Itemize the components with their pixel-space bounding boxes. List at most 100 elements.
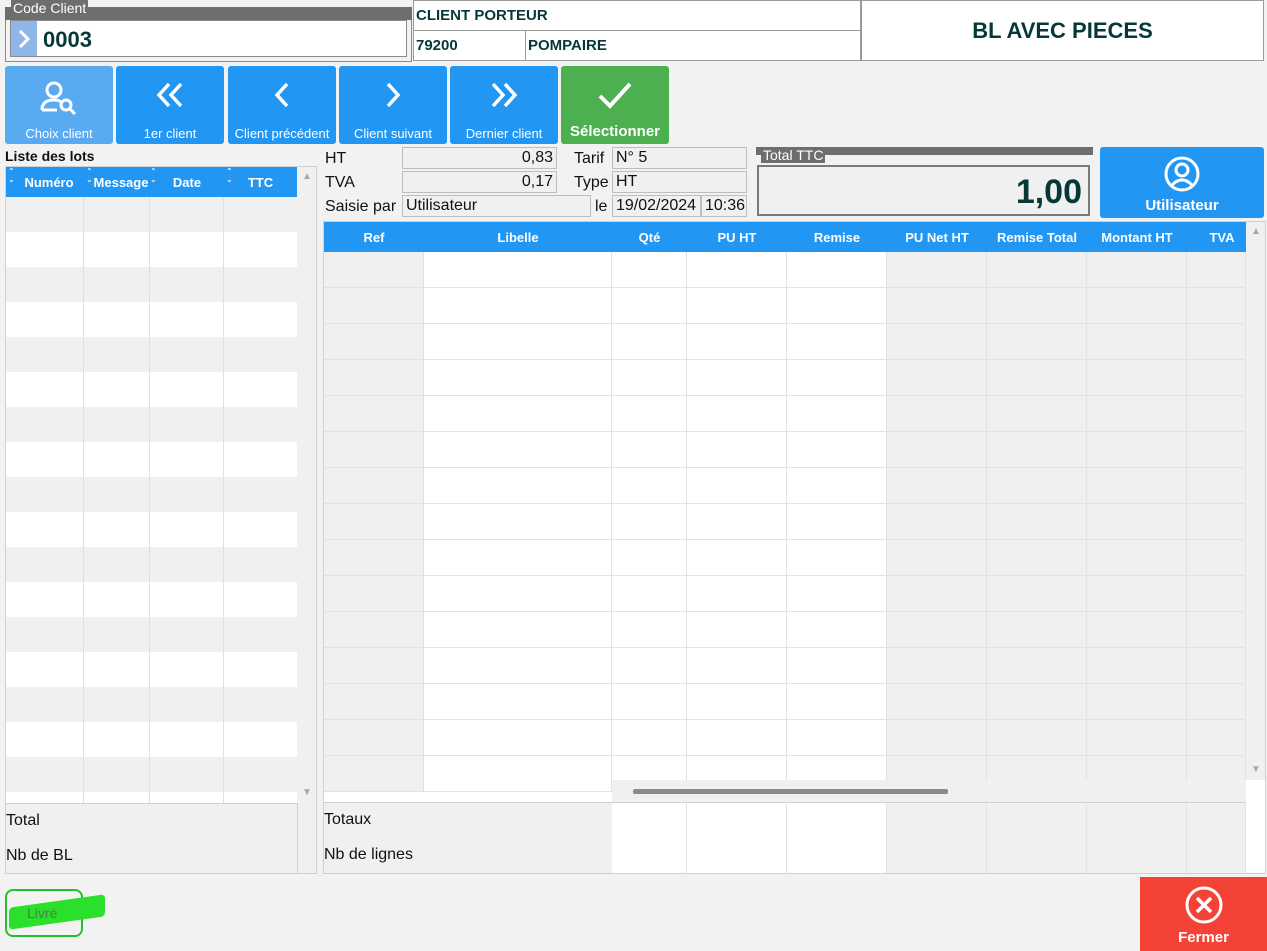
table-cell[interactable] [887, 396, 987, 432]
lines-col-1[interactable]: Libelle [424, 230, 612, 245]
table-cell[interactable] [612, 396, 687, 432]
table-cell[interactable] [1087, 288, 1187, 324]
table-cell[interactable] [612, 360, 687, 396]
table-cell[interactable] [987, 468, 1087, 504]
table-cell[interactable] [787, 432, 887, 468]
table-cell[interactable] [424, 648, 612, 684]
table-cell[interactable] [887, 288, 987, 324]
table-cell[interactable] [612, 468, 687, 504]
table-cell[interactable] [787, 396, 887, 432]
table-cell[interactable] [887, 540, 987, 576]
table-cell[interactable] [1187, 612, 1246, 648]
table-cell[interactable] [887, 468, 987, 504]
table-cell[interactable] [1187, 324, 1246, 360]
table-cell[interactable] [787, 504, 887, 540]
lines-col-2[interactable]: Qté [612, 230, 687, 245]
table-cell[interactable] [1087, 432, 1187, 468]
table-cell[interactable] [987, 576, 1087, 612]
lots-scrollbar[interactable]: ▲ ▼ [297, 167, 316, 803]
table-cell[interactable] [787, 324, 887, 360]
table-cell[interactable] [987, 252, 1087, 288]
table-cell[interactable] [987, 288, 1087, 324]
lines-vscrollbar[interactable]: ▲ ▼ [1246, 222, 1265, 780]
table-cell[interactable] [324, 720, 424, 756]
scroll-up-icon[interactable]: ▲ [1251, 226, 1261, 237]
table-cell[interactable] [1087, 468, 1187, 504]
table-cell[interactable] [887, 504, 987, 540]
lines-col-0[interactable]: Ref [324, 230, 424, 245]
table-cell[interactable] [687, 648, 787, 684]
table-cell[interactable] [612, 504, 687, 540]
table-cell[interactable] [324, 396, 424, 432]
table-row[interactable] [6, 722, 297, 757]
table-row[interactable] [6, 197, 297, 232]
table-cell[interactable] [787, 252, 887, 288]
table-cell[interactable] [1187, 720, 1246, 756]
table-cell[interactable] [1087, 252, 1187, 288]
table-cell[interactable] [612, 432, 687, 468]
table-cell[interactable] [687, 576, 787, 612]
table-cell[interactable] [987, 360, 1087, 396]
table-cell[interactable] [987, 720, 1087, 756]
chevron-right-icon[interactable] [11, 21, 37, 56]
table-cell[interactable] [1187, 576, 1246, 612]
scroll-up-icon[interactable]: ▲ [302, 171, 312, 182]
table-cell[interactable] [424, 612, 612, 648]
table-cell[interactable] [987, 684, 1087, 720]
table-cell[interactable] [987, 612, 1087, 648]
table-cell[interactable] [787, 648, 887, 684]
table-cell[interactable] [424, 720, 612, 756]
table-cell[interactable] [424, 432, 612, 468]
table-cell[interactable] [424, 288, 612, 324]
lots-col-date[interactable]: Date [150, 175, 224, 190]
table-cell[interactable] [1187, 252, 1246, 288]
table-cell[interactable] [987, 504, 1087, 540]
choose-client-button[interactable]: Choix client [5, 66, 113, 144]
table-cell[interactable] [787, 468, 887, 504]
table-cell[interactable] [324, 288, 424, 324]
table-cell[interactable] [887, 612, 987, 648]
table-cell[interactable] [1187, 360, 1246, 396]
table-cell[interactable] [612, 324, 687, 360]
table-cell[interactable] [424, 540, 612, 576]
table-cell[interactable] [612, 684, 687, 720]
table-cell[interactable] [1187, 504, 1246, 540]
lines-col-5[interactable]: PU Net HT [887, 230, 987, 245]
table-cell[interactable] [787, 288, 887, 324]
hscroll-thumb[interactable] [633, 789, 948, 794]
table-cell[interactable] [887, 432, 987, 468]
table-cell[interactable] [687, 324, 787, 360]
code-client-field[interactable]: 0003 [10, 20, 407, 57]
table-cell[interactable] [424, 360, 612, 396]
table-cell[interactable] [1187, 288, 1246, 324]
table-cell[interactable] [1087, 720, 1187, 756]
table-cell[interactable] [687, 288, 787, 324]
table-row[interactable] [6, 407, 297, 442]
table-cell[interactable] [687, 432, 787, 468]
table-cell[interactable] [612, 288, 687, 324]
table-cell[interactable] [1187, 648, 1246, 684]
last-client-button[interactable]: Dernier client [450, 66, 558, 144]
table-cell[interactable] [324, 504, 424, 540]
table-cell[interactable] [612, 648, 687, 684]
table-cell[interactable] [1187, 468, 1246, 504]
table-row[interactable] [6, 617, 297, 652]
lines-col-6[interactable]: Remise Total [987, 230, 1087, 245]
table-cell[interactable] [324, 576, 424, 612]
table-cell[interactable] [1087, 612, 1187, 648]
next-client-button[interactable]: Client suivant [339, 66, 447, 144]
table-row[interactable] [6, 757, 297, 792]
table-cell[interactable] [324, 324, 424, 360]
table-cell[interactable] [324, 252, 424, 288]
lines-col-7[interactable]: Montant HT [1087, 230, 1187, 245]
table-cell[interactable] [324, 756, 424, 792]
table-cell[interactable] [887, 684, 987, 720]
table-cell[interactable] [1087, 504, 1187, 540]
table-cell[interactable] [1187, 396, 1246, 432]
table-row[interactable] [6, 267, 297, 302]
table-cell[interactable] [1087, 360, 1187, 396]
select-button[interactable]: Sélectionner [561, 66, 669, 144]
table-cell[interactable] [324, 648, 424, 684]
table-cell[interactable] [1087, 396, 1187, 432]
table-cell[interactable] [887, 720, 987, 756]
